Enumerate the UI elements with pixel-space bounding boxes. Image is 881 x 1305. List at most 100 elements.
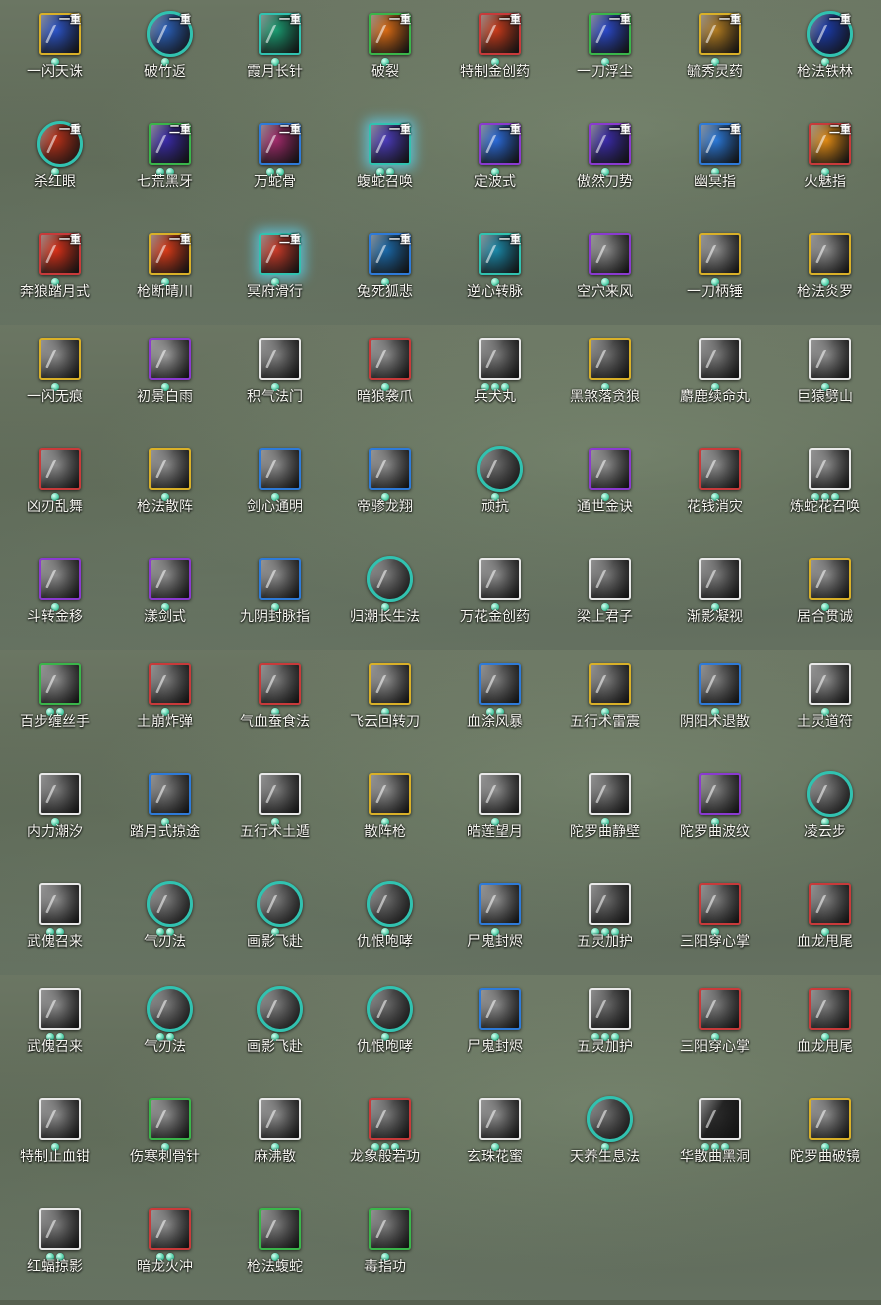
skill-cell[interactable]: 一重 一刀浮尘 xyxy=(550,0,660,110)
skill-icon[interactable] xyxy=(699,448,741,490)
skill-cell[interactable]: 土灵道符 xyxy=(770,650,880,760)
skill-icon[interactable] xyxy=(369,1208,411,1250)
skill-cell[interactable]: 二重 冥府滑行 xyxy=(220,220,330,330)
skill-cell[interactable]: 剑心通明 xyxy=(220,435,330,545)
skill-icon[interactable] xyxy=(369,1098,411,1140)
skill-cell[interactable]: 兵犬丸 xyxy=(440,325,550,435)
skill-cell[interactable]: 仇恨咆哮 xyxy=(330,975,440,1085)
skill-icon[interactable] xyxy=(39,338,81,380)
skill-cell[interactable]: 五灵加护 xyxy=(550,870,660,980)
skill-icon[interactable] xyxy=(369,448,411,490)
skill-icon[interactable] xyxy=(149,448,191,490)
skill-cell[interactable]: 三阳穿心掌 xyxy=(660,975,770,1085)
skill-cell[interactable]: 散阵枪 xyxy=(330,760,440,870)
skill-cell[interactable]: 武傀召来 xyxy=(0,870,110,980)
skill-icon[interactable] xyxy=(479,123,521,165)
skill-cell[interactable]: 皓莲望月 xyxy=(440,760,550,870)
skill-cell[interactable]: 陀罗曲破镜 xyxy=(770,1085,880,1195)
skill-icon[interactable] xyxy=(259,13,301,55)
skill-icon[interactable] xyxy=(39,13,81,55)
skill-cell[interactable]: 百步缠丝手 xyxy=(0,650,110,760)
skill-cell[interactable]: 一重 特制金创药 xyxy=(440,0,550,110)
skill-cell[interactable]: 二重 七荒黑牙 xyxy=(110,110,220,220)
skill-cell[interactable]: 积气法门 xyxy=(220,325,330,435)
skill-cell[interactable]: 暗龙火冲 xyxy=(110,1195,220,1305)
skill-cell[interactable]: 一重 兔死狐悲 xyxy=(330,220,440,330)
skill-icon[interactable] xyxy=(259,773,301,815)
skill-cell[interactable]: 一重 逆心转脉 xyxy=(440,220,550,330)
skill-cell[interactable]: 飞云回转刀 xyxy=(330,650,440,760)
skill-icon[interactable] xyxy=(149,663,191,705)
skill-cell[interactable]: 画影飞赴 xyxy=(220,870,330,980)
skill-cell[interactable]: 一重 破竹返 xyxy=(110,0,220,110)
skill-icon[interactable] xyxy=(589,558,631,600)
skill-icon[interactable] xyxy=(149,558,191,600)
skill-icon[interactable] xyxy=(257,881,303,927)
skill-cell[interactable]: 顽抗 xyxy=(440,435,550,545)
skill-icon[interactable] xyxy=(39,988,81,1030)
skill-icon[interactable] xyxy=(807,771,853,817)
skill-icon[interactable] xyxy=(259,1098,301,1140)
skill-cell[interactable]: 阴阳术退散 xyxy=(660,650,770,760)
skill-icon[interactable] xyxy=(367,881,413,927)
skill-cell[interactable]: 炼蛇花召唤 xyxy=(770,435,880,545)
skill-cell[interactable]: 土崩炸弹 xyxy=(110,650,220,760)
skill-icon[interactable] xyxy=(369,233,411,275)
skill-cell[interactable]: 枪法蝮蛇 xyxy=(220,1195,330,1305)
skill-icon[interactable] xyxy=(479,883,521,925)
skill-cell[interactable]: 一闪无痕 xyxy=(0,325,110,435)
skill-cell[interactable]: 暗狼袭爪 xyxy=(330,325,440,435)
skill-cell[interactable]: 玄珠花蜜 xyxy=(440,1085,550,1195)
skill-icon[interactable] xyxy=(259,338,301,380)
skill-icon[interactable] xyxy=(699,558,741,600)
skill-cell[interactable]: 初景白雨 xyxy=(110,325,220,435)
skill-icon[interactable] xyxy=(39,448,81,490)
skill-icon[interactable] xyxy=(807,11,853,57)
skill-icon[interactable] xyxy=(149,1098,191,1140)
skill-cell[interactable]: 麻沸散 xyxy=(220,1085,330,1195)
skill-cell[interactable]: 三阳穿心掌 xyxy=(660,870,770,980)
skill-icon[interactable] xyxy=(477,446,523,492)
skill-cell[interactable]: 尸鬼封烬 xyxy=(440,870,550,980)
skill-icon[interactable] xyxy=(259,448,301,490)
skill-icon[interactable] xyxy=(259,123,301,165)
skill-icon[interactable] xyxy=(479,233,521,275)
skill-cell[interactable]: 龙象般若功 xyxy=(330,1085,440,1195)
skill-icon[interactable] xyxy=(369,338,411,380)
skill-icon[interactable] xyxy=(809,883,851,925)
skill-icon[interactable] xyxy=(699,883,741,925)
skill-cell[interactable]: 凌云步 xyxy=(770,760,880,870)
skill-cell[interactable]: 凶刃乱舞 xyxy=(0,435,110,545)
skill-icon[interactable] xyxy=(809,663,851,705)
skill-icon[interactable] xyxy=(479,13,521,55)
skill-icon[interactable] xyxy=(257,986,303,1032)
skill-cell[interactable]: 仇恨咆哮 xyxy=(330,870,440,980)
skill-icon[interactable] xyxy=(809,123,851,165)
skill-icon[interactable] xyxy=(39,558,81,600)
skill-icon[interactable] xyxy=(699,338,741,380)
skill-cell[interactable]: 五灵加护 xyxy=(550,975,660,1085)
skill-cell[interactable]: 尸鬼封烬 xyxy=(440,975,550,1085)
skill-cell[interactable]: 陀罗曲波纹 xyxy=(660,760,770,870)
skill-cell[interactable]: 枪法炎罗 xyxy=(770,220,880,330)
skill-icon[interactable] xyxy=(809,448,851,490)
skill-icon[interactable] xyxy=(699,13,741,55)
skill-icon[interactable] xyxy=(367,556,413,602)
skill-cell[interactable]: 斗转金移 xyxy=(0,545,110,655)
skill-icon[interactable] xyxy=(149,123,191,165)
skill-icon[interactable] xyxy=(589,883,631,925)
skill-cell[interactable]: 血涂风暴 xyxy=(440,650,550,760)
skill-cell[interactable]: 一重 傲然刀势 xyxy=(550,110,660,220)
skill-cell[interactable]: 天养生息法 xyxy=(550,1085,660,1195)
skill-cell[interactable]: 武傀召来 xyxy=(0,975,110,1085)
skill-cell[interactable]: 一重 枪法铁林 xyxy=(770,0,880,110)
skill-cell[interactable]: 通世金诀 xyxy=(550,435,660,545)
skill-cell[interactable]: 一重 毓秀灵药 xyxy=(660,0,770,110)
skill-cell[interactable]: 一重 蝮蛇召唤 xyxy=(330,110,440,220)
skill-cell[interactable]: 九阴封脉指 xyxy=(220,545,330,655)
skill-cell[interactable]: 血龙甩尾 xyxy=(770,870,880,980)
skill-cell[interactable]: 麝鹿续命丸 xyxy=(660,325,770,435)
skill-cell[interactable]: 红蝠掠影 xyxy=(0,1195,110,1305)
skill-cell[interactable]: 一重 幽冥指 xyxy=(660,110,770,220)
skill-cell[interactable]: 花钱消灾 xyxy=(660,435,770,545)
